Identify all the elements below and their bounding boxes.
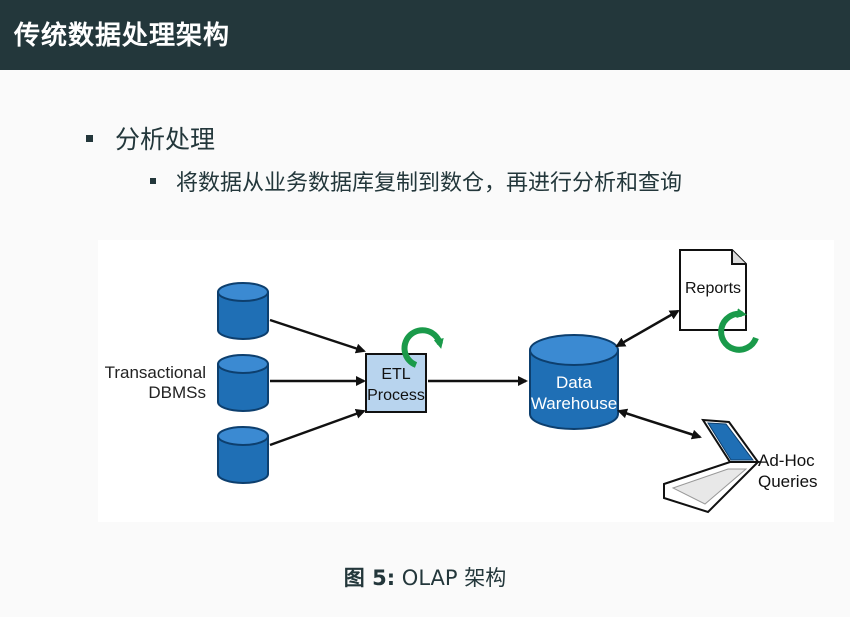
flow-arrow [269, 318, 366, 354]
diagram-canvas: Transactional DBMSs ETL Process Data War… [105, 249, 818, 514]
caption-text: OLAP 架构 [401, 566, 507, 590]
flow-arrow [269, 409, 366, 447]
figure-caption: 图 5: OLAP 架构 [0, 562, 850, 592]
reports-label: Reports [685, 280, 741, 297]
dw-label-1: Data [556, 373, 592, 392]
slide-header: 传统数据处理架构 [0, 0, 850, 70]
transactional-label-2: DBMSs [148, 383, 206, 402]
adhoc-label-1: Ad-Hoc [758, 451, 815, 470]
bullet-level1: 分析处理 [86, 120, 215, 156]
etl-label-2: Process [367, 387, 425, 404]
etl-label-1: ETL [381, 366, 410, 383]
caption-label: 图 5: [343, 566, 396, 590]
database-icon [217, 354, 269, 412]
bullet-square-icon [86, 134, 93, 142]
bullet-level2-text: 将数据从业务数据库复制到数仓，再进行分析和查询 [176, 171, 683, 196]
olap-diagram: Transactional DBMSs ETL Process Data War… [98, 240, 834, 522]
laptop-icon [663, 418, 761, 514]
query-arrow [617, 408, 702, 440]
dw-label-2: Warehouse [531, 394, 617, 413]
transactional-label-1: Transactional [105, 363, 206, 382]
adhoc-label-2: Queries [758, 472, 818, 491]
bullet-level2: 将数据从业务数据库复制到数仓，再进行分析和查询 [150, 165, 682, 197]
bullet-square-icon [150, 178, 156, 184]
database-icon [217, 282, 269, 340]
bullet-level1-text: 分析处理 [115, 125, 216, 154]
slide-title: 传统数据处理架构 [14, 21, 231, 51]
database-icon [217, 426, 269, 484]
report-arrow [615, 309, 680, 348]
